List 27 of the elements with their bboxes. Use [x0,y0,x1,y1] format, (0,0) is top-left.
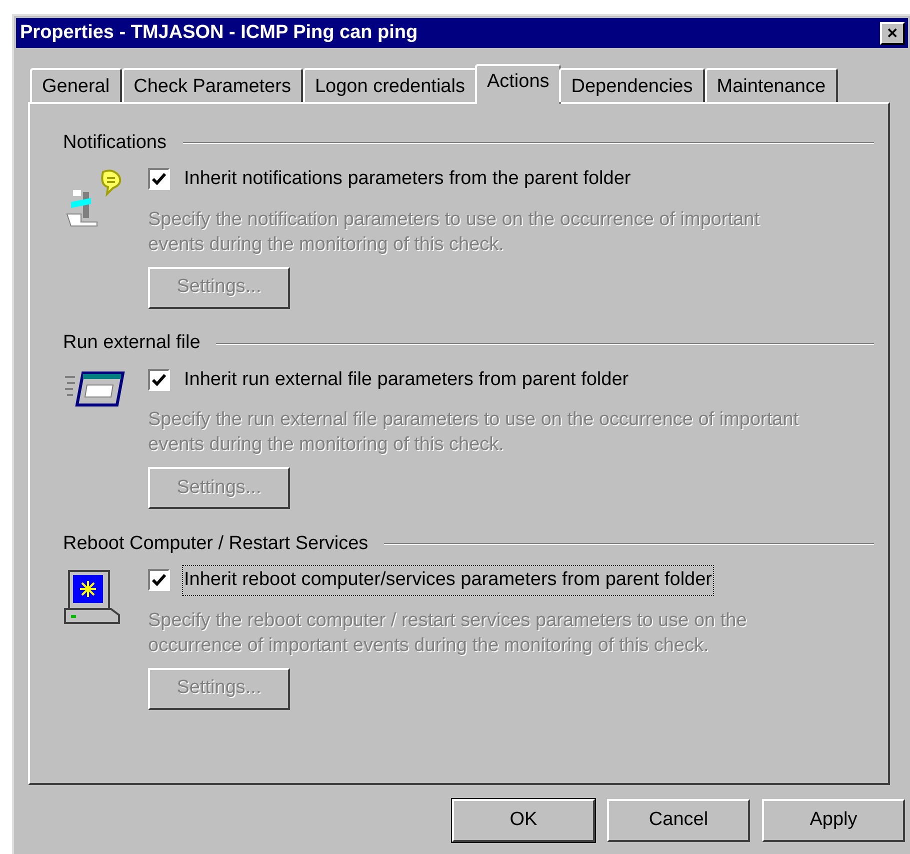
dialog-button[interactable]: OK [452,799,595,842]
description: Specify the run external file parameters to use on the occurrence of important events during the monitoring of this check. [148,408,800,457]
section-heading: Reboot Computer / Restart Services [63,532,368,556]
check-icon [152,574,166,586]
dialog-button[interactable]: Cancel [607,799,750,842]
dialog-button[interactable]: Apply [762,799,905,842]
computer-icon [63,567,123,627]
tab[interactable]: Maintenance [704,68,838,102]
tab[interactable]: Check Parameters [122,68,303,102]
description: Specify the reboot computer / restart services parameters to use on the occurrence of important events during the monitoring of this check. [148,608,748,658]
close-button[interactable]: ✕ [880,22,905,44]
checkbox[interactable] [148,368,170,391]
checkbox-label[interactable]: Inherit reboot computer/services parameters from parent folder [182,565,714,596]
tab[interactable]: Actions [474,64,562,104]
check-icon [152,173,166,186]
check-icon [152,374,166,386]
tab[interactable]: Dependencies [559,68,705,102]
window-title: Properties - TMJASON - ICMP Ping can ping [20,20,418,45]
checkbox[interactable] [148,569,170,592]
checkbox[interactable] [148,168,170,190]
checkbox-label[interactable]: Inherit notifications parameters from the parent folder [182,164,633,194]
section-heading: Notifications [63,130,166,155]
description: Specify the notification parameters to use on the occurrence of important events during the monitoring of this check. [148,208,760,256]
checkbox-label[interactable]: Inherit run external file parameters from parent folder [182,364,631,395]
tab[interactable]: General [30,68,122,102]
tab[interactable]: Logon credentials [302,68,477,102]
section-heading: Run external file [63,331,200,356]
